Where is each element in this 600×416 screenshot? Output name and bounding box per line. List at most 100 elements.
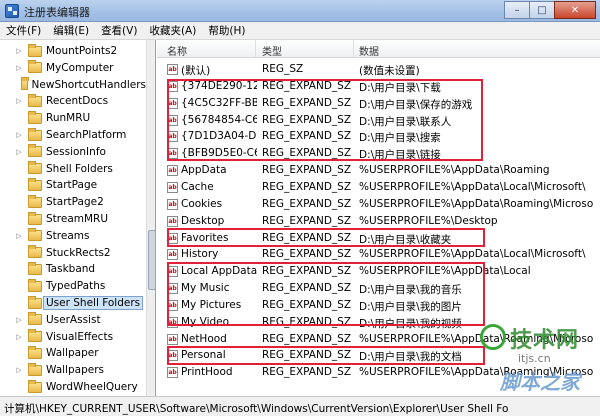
column-divider[interactable] <box>353 40 354 58</box>
tree-item[interactable]: User Shell Folders <box>0 295 146 311</box>
expand-arrow-icon[interactable]: ▷ <box>14 47 24 55</box>
value-row[interactable]: ab Desktop REG_EXPAND_SZ %USERPROFILE%\Desk… <box>157 213 600 230</box>
value-type: REG_EXPAND_SZ <box>262 366 352 379</box>
menu-help[interactable]: 帮助(H) <box>202 23 251 38</box>
tree-item-label: MountPoints2 <box>46 45 118 57</box>
value-row[interactable]: ab Cache REG_EXPAND_SZ %USERPROFILE%\AppDat… <box>157 179 600 196</box>
tree-item-label: Wallpaper <box>46 347 99 360</box>
value-row[interactable]: ab Cookies REG_EXPAND_SZ %USERPROFILE%\AppD… <box>157 196 600 213</box>
value-type: REG_EXPAND_SZ <box>262 265 352 278</box>
value-type: REG_EXPAND_SZ <box>262 214 352 227</box>
folder-icon <box>21 77 30 91</box>
tree-item[interactable]: Shell Folders <box>0 161 146 177</box>
value-row[interactable]: ab{374DE290-12... REG_EXPAND_SZ D:\用户目录\下载 <box>157 78 600 95</box>
tree-item[interactable]: WordWheelQuery <box>0 379 146 395</box>
window-title: 注册表编辑器 <box>24 6 90 19</box>
string-value-icon: ab <box>167 131 178 143</box>
minimize-button[interactable]: – <box>504 1 530 19</box>
value-type: REG_EXPAND_SZ <box>262 298 352 311</box>
tree-item[interactable]: StreamMRU <box>0 211 146 227</box>
folder-icon <box>28 110 42 124</box>
expand-arrow-icon[interactable]: ▷ <box>14 232 24 240</box>
value-row[interactable]: ab NetHood REG_EXPAND_SZ %USERPROFILE%\AppD… <box>157 331 600 348</box>
tree-item[interactable]: Wallpaper <box>0 345 146 361</box>
expand-arrow-icon[interactable]: ▷ <box>14 316 24 324</box>
tree-item-label: StreamMRU <box>46 213 109 225</box>
tree-item[interactable]: ▷ Streams <box>0 228 146 244</box>
close-button[interactable]: ✕ <box>554 1 596 19</box>
string-value-icon: ab <box>167 283 178 295</box>
tree-item-label: NewShortcutHandlers <box>31 78 146 91</box>
value-row[interactable]: ab{56784854-C6... REG_EXPAND_SZ D:\用户目录\联系… <box>157 112 600 129</box>
tree-item[interactable]: ▷ MyComputer <box>0 60 146 76</box>
expand-arrow-icon[interactable]: ▷ <box>14 97 24 105</box>
value-name: Cookies <box>181 197 223 210</box>
expand-arrow-icon[interactable]: ▷ <box>14 366 24 374</box>
folder-icon <box>28 194 42 208</box>
menu-edit[interactable]: 编辑(E) <box>47 23 95 38</box>
menu-view[interactable]: 查看(V) <box>95 23 143 38</box>
folder-icon <box>28 329 42 343</box>
expand-arrow-icon[interactable]: ▷ <box>14 148 24 156</box>
value-row[interactable]: ab My Music REG_EXPAND_SZ D:\用户目录\我的音乐 <box>157 280 600 297</box>
tree-item[interactable]: NewShortcutHandlers <box>0 77 146 93</box>
value-row[interactable]: ab Local AppData REG_EXPAND_SZ %USERPROFILE… <box>157 263 600 280</box>
value-row[interactable]: ab Personal REG_EXPAND_SZ D:\用户目录\我的文档 <box>157 347 600 364</box>
value-row[interactable]: ab{4C5C32FF-BB... REG_EXPAND_SZ D:\用户目录\保存… <box>157 95 600 112</box>
string-value-icon: ab <box>167 249 178 261</box>
value-row[interactable]: ab My Video REG_EXPAND_SZ D:\用户目录\我的视频 <box>157 314 600 331</box>
folder-icon <box>28 93 42 107</box>
expand-arrow-icon[interactable]: ▷ <box>14 131 24 139</box>
key-tree-pane[interactable]: ▷ MountPoints2 ▷ MyComputer NewShortcutHandl… <box>0 40 156 396</box>
maximize-button[interactable]: □ <box>529 1 555 19</box>
value-row[interactable]: ab{7D1D3A04-DE... REG_EXPAND_SZ D:\用户目录\搜索 <box>157 128 600 145</box>
column-header-data[interactable]: 数据 <box>359 43 379 58</box>
tree-item[interactable]: ▷ UserAssist <box>0 312 146 328</box>
tree-item[interactable]: ▷ RecentDocs <box>0 93 146 109</box>
value-type: REG_EXPAND_SZ <box>262 315 352 328</box>
value-type: REG_EXPAND_SZ <box>262 332 352 345</box>
tree-item[interactable]: ▷ Wallpapers <box>0 362 146 378</box>
tree-item[interactable]: TypedPaths <box>0 278 146 294</box>
menu-favorites[interactable]: 收藏夹(A) <box>143 23 202 38</box>
registry-app-icon <box>5 4 19 18</box>
string-value-icon: ab <box>167 333 178 345</box>
folder-icon <box>28 161 42 175</box>
column-header-name[interactable]: 名称 <box>167 43 187 58</box>
string-value-icon: ab <box>167 266 178 278</box>
tree-scrollbar-thumb[interactable] <box>148 230 155 290</box>
value-name: {BFB9D5E0-C6... <box>181 147 257 160</box>
tree-item[interactable]: StuckRects2 <box>0 245 146 261</box>
tree-item[interactable]: Taskband <box>0 261 146 277</box>
column-header-type[interactable]: 类型 <box>262 43 282 58</box>
tree-item-label: TypedPaths <box>46 280 106 293</box>
tree-item[interactable]: StartPage2 <box>0 194 146 210</box>
string-value-icon: ab <box>167 367 178 379</box>
tree-item-label: UserAssist <box>46 313 101 326</box>
tree-item[interactable]: StartPage <box>0 177 146 193</box>
menu-file[interactable]: 文件(F) <box>0 23 47 38</box>
value-type: REG_EXPAND_SZ <box>262 349 352 362</box>
tree-item[interactable]: ▷ SessionInfo <box>0 144 146 160</box>
tree-item[interactable]: RunMRU <box>0 110 146 126</box>
expand-arrow-icon[interactable]: ▷ <box>14 333 24 341</box>
tree-item[interactable]: ▷ VisualEffects <box>0 329 146 345</box>
value-type: REG_EXPAND_SZ <box>262 180 352 193</box>
value-row[interactable]: ab History REG_EXPAND_SZ %USERPROFILE%\AppD… <box>157 246 600 263</box>
expand-arrow-icon[interactable]: ▷ <box>14 64 24 72</box>
value-row[interactable]: ab My Pictures REG_EXPAND_SZ D:\用户目录\我的图片 <box>157 297 600 314</box>
value-row[interactable]: ab (默认) REG_SZ (数值未设置) <box>157 61 600 78</box>
value-name: History <box>181 248 219 261</box>
value-row[interactable]: ab AppData REG_EXPAND_SZ %USERPROFILE%\AppD… <box>157 162 600 179</box>
value-name: My Music <box>181 282 230 295</box>
tree-item-label: Taskband <box>46 263 96 276</box>
tree-scrollbar[interactable] <box>146 40 155 396</box>
value-row[interactable]: ab PrintHood REG_EXPAND_SZ %USERPROFILE%\Ap… <box>157 364 600 381</box>
value-row[interactable]: ab Favorites REG_EXPAND_SZ D:\用户目录\收藏夹 <box>157 230 600 247</box>
tree-item[interactable]: ▷ MountPoints2 <box>0 43 146 59</box>
values-list-pane[interactable]: 名称 类型 数据 ab (默认) REG_SZ (数值未设置) ab {374DE290-… <box>157 40 600 396</box>
value-name: (默认) <box>181 65 211 77</box>
tree-item[interactable]: ▷ SearchPlatform <box>0 127 146 143</box>
column-divider[interactable] <box>255 40 256 58</box>
value-row[interactable]: ab{BFB9D5E0-C6... REG_EXPAND_SZ D:\用户目录\链接 <box>157 145 600 162</box>
